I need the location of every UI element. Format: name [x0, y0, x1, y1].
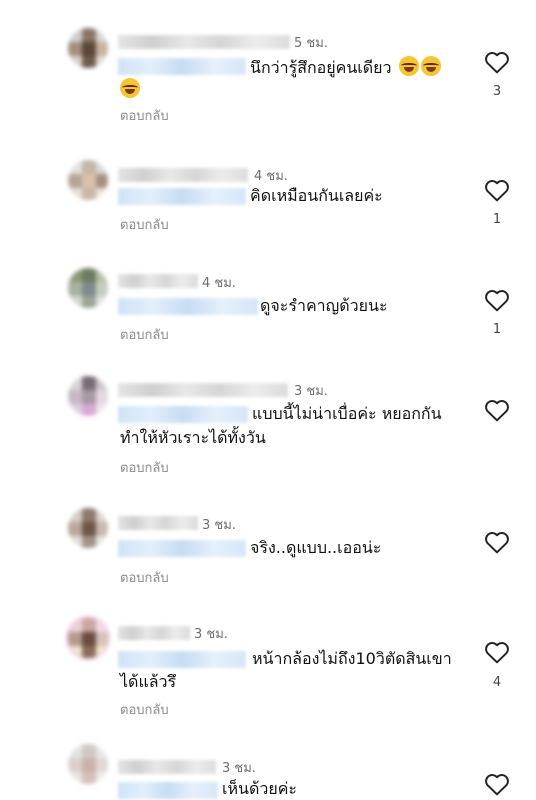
- comment-text: จริง..ดูแบบ..เออน่ะ: [250, 538, 382, 557]
- comment-text-content: นึกว่ารู้สึกอยู่คนเดียว: [250, 58, 392, 77]
- mention-blurred[interactable]: [118, 58, 246, 75]
- mention-blurred[interactable]: [118, 651, 246, 668]
- avatar[interactable]: [68, 268, 108, 308]
- like-count: 4: [492, 675, 502, 690]
- username-blurred[interactable]: [118, 274, 198, 288]
- mention-blurred[interactable]: [118, 298, 258, 315]
- reply-button[interactable]: ตอบกลับ: [120, 214, 169, 235]
- heart-outline-icon[interactable]: [484, 288, 510, 312]
- comment-text: เห็นด้วยค่ะ: [222, 779, 297, 798]
- reply-button[interactable]: ตอบกลับ: [120, 105, 169, 126]
- comment-text: คิดเหมือนกันเลยค่ะ: [250, 186, 383, 205]
- heart-outline-icon[interactable]: [484, 178, 510, 202]
- comment-timestamp: 4 ชม.: [254, 169, 288, 184]
- mention-blurred[interactable]: [118, 540, 246, 557]
- like-count: 1: [492, 212, 502, 227]
- comment-text-line2: ทำให้หัวเราะได้ทั้งวัน: [120, 428, 266, 447]
- like-count: 3: [492, 84, 502, 99]
- face-with-tears-of-joy-icon: [120, 78, 140, 98]
- reply-button[interactable]: ตอบกลับ: [120, 699, 169, 720]
- reply-button[interactable]: ตอบกลับ: [120, 567, 169, 588]
- reply-button[interactable]: ตอบกลับ: [120, 457, 169, 478]
- comment-text: นึกว่ารู้สึกอยู่คนเดียว: [250, 56, 441, 78]
- avatar[interactable]: [68, 160, 108, 200]
- avatar[interactable]: [68, 744, 108, 784]
- reply-button[interactable]: ตอบกลับ: [120, 324, 169, 345]
- username-blurred[interactable]: [118, 168, 248, 182]
- mention-blurred[interactable]: [118, 782, 218, 799]
- comment-text: แบบนี้ไม่น่าเบื่อค่ะ หยอกกัน: [252, 404, 442, 423]
- face-with-tears-of-joy-icon: [398, 56, 419, 76]
- face-with-tears-of-joy-icon: [420, 56, 441, 76]
- comment-text-line2: ได้แล้วรึ: [120, 672, 177, 691]
- mention-blurred[interactable]: [118, 188, 246, 205]
- comment-timestamp: 3 ชม.: [222, 761, 256, 776]
- username-blurred[interactable]: [118, 760, 216, 774]
- comment-timestamp: 3 ชม.: [202, 518, 236, 533]
- username-blurred[interactable]: [118, 516, 198, 530]
- avatar[interactable]: [68, 508, 108, 548]
- comment-timestamp: 3 ชม.: [294, 384, 328, 399]
- avatar[interactable]: [66, 616, 110, 660]
- comment-timestamp: 5 ชม.: [294, 36, 328, 51]
- username-blurred[interactable]: [118, 35, 290, 49]
- heart-outline-icon[interactable]: [484, 530, 510, 554]
- avatar[interactable]: [68, 28, 108, 68]
- comment-text-line2: [120, 78, 140, 100]
- comment-text: หน้ากล้องไม่ถึง10วิตัดสินเขา: [252, 649, 452, 668]
- avatar[interactable]: [68, 376, 108, 416]
- mention-blurred[interactable]: [118, 406, 248, 423]
- heart-outline-icon[interactable]: [484, 398, 510, 422]
- heart-outline-icon[interactable]: [484, 640, 510, 664]
- comment-timestamp: 4 ชม.: [202, 276, 236, 291]
- username-blurred[interactable]: [118, 626, 190, 640]
- heart-outline-icon[interactable]: [484, 50, 510, 74]
- comment-timestamp: 3 ชม.: [194, 627, 228, 642]
- comment-text: ดูจะรำคาญด้วยนะ: [260, 296, 388, 315]
- heart-outline-icon[interactable]: [484, 772, 510, 796]
- like-count: 1: [492, 322, 502, 337]
- username-blurred[interactable]: [118, 383, 288, 397]
